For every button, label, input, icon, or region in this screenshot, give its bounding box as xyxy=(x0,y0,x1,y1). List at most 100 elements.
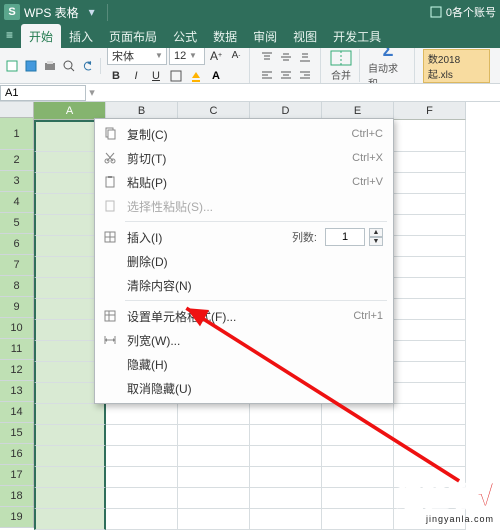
align-middle-button[interactable] xyxy=(277,48,295,66)
row-header[interactable]: 15 xyxy=(0,423,34,444)
cell[interactable] xyxy=(322,488,394,509)
row-header[interactable]: 18 xyxy=(0,486,34,507)
cell[interactable] xyxy=(250,488,322,509)
italic-button[interactable]: I xyxy=(127,67,145,85)
doc-chip[interactable]: 数2018起.xls xyxy=(417,49,496,83)
tab-home[interactable]: 开始 xyxy=(21,24,61,48)
tab-review[interactable]: 审阅 xyxy=(245,24,285,48)
col-header-F[interactable]: F xyxy=(394,102,466,120)
cell[interactable] xyxy=(394,257,466,278)
cell[interactable] xyxy=(394,404,466,425)
cell[interactable] xyxy=(34,446,106,467)
autosum-group[interactable]: Σ 自动求和 xyxy=(362,48,415,84)
align-left-button[interactable] xyxy=(258,66,276,84)
preview-button[interactable] xyxy=(61,58,77,74)
menu-paste-special[interactable]: 选择性粘贴(S)... xyxy=(95,194,393,218)
align-right-button[interactable] xyxy=(296,66,314,84)
cell[interactable] xyxy=(34,467,106,488)
cell[interactable] xyxy=(106,509,178,530)
row-header[interactable]: 12 xyxy=(0,360,34,381)
spinner-down[interactable]: ▼ xyxy=(369,237,383,246)
cell[interactable] xyxy=(394,120,466,152)
increase-font-button[interactable]: A+ xyxy=(207,48,225,65)
decrease-font-button[interactable]: A- xyxy=(227,48,245,65)
cell[interactable] xyxy=(394,299,466,320)
cell[interactable] xyxy=(322,446,394,467)
cell[interactable] xyxy=(394,236,466,257)
cell[interactable] xyxy=(178,488,250,509)
row-header[interactable]: 10 xyxy=(0,318,34,339)
cell[interactable] xyxy=(34,404,106,425)
menu-delete[interactable]: 删除(D) xyxy=(95,249,393,273)
cell[interactable] xyxy=(106,425,178,446)
cell[interactable] xyxy=(106,488,178,509)
merge-group[interactable]: 合并 xyxy=(323,49,360,82)
cell[interactable] xyxy=(394,194,466,215)
name-box[interactable] xyxy=(0,85,86,101)
cell[interactable] xyxy=(394,362,466,383)
tab-dev[interactable]: 开发工具 xyxy=(325,24,389,48)
align-bottom-button[interactable] xyxy=(296,48,314,66)
row-header[interactable]: 13 xyxy=(0,381,34,402)
menu-column-width[interactable]: 列宽(W)... xyxy=(95,328,393,352)
cell[interactable] xyxy=(178,446,250,467)
cell[interactable] xyxy=(322,467,394,488)
row-header[interactable]: 1 xyxy=(0,118,34,150)
row-header[interactable]: 5 xyxy=(0,213,34,234)
menu-hide[interactable]: 隐藏(H) xyxy=(95,352,393,376)
row-header[interactable]: 7 xyxy=(0,255,34,276)
tab-page-layout[interactable]: 页面布局 xyxy=(101,24,165,48)
cell[interactable] xyxy=(178,404,250,425)
row-header[interactable]: 19 xyxy=(0,507,34,528)
new-button[interactable] xyxy=(4,58,20,74)
cell[interactable] xyxy=(394,425,466,446)
tab-data[interactable]: 数据 xyxy=(205,24,245,48)
row-header[interactable]: 3 xyxy=(0,171,34,192)
cell[interactable] xyxy=(394,446,466,467)
cell[interactable] xyxy=(250,425,322,446)
bold-button[interactable]: B xyxy=(107,67,125,85)
cell[interactable] xyxy=(250,404,322,425)
menu-clear[interactable]: 清除内容(N) xyxy=(95,273,393,297)
row-header[interactable]: 6 xyxy=(0,234,34,255)
cell[interactable] xyxy=(250,446,322,467)
cell[interactable] xyxy=(178,467,250,488)
cell[interactable] xyxy=(322,509,394,530)
cell[interactable] xyxy=(106,467,178,488)
cell[interactable] xyxy=(322,425,394,446)
name-box-dropdown[interactable]: ▾ xyxy=(86,86,98,99)
cell[interactable] xyxy=(34,488,106,509)
align-top-button[interactable] xyxy=(258,48,276,66)
account-area[interactable]: 0各个账号 xyxy=(430,4,500,20)
row-header[interactable]: 11 xyxy=(0,339,34,360)
row-header[interactable]: 8 xyxy=(0,276,34,297)
cell[interactable] xyxy=(250,509,322,530)
cell[interactable] xyxy=(250,467,322,488)
insert-cols-input[interactable] xyxy=(325,228,365,246)
row-header[interactable]: 16 xyxy=(0,444,34,465)
cell[interactable] xyxy=(322,404,394,425)
cell[interactable] xyxy=(394,320,466,341)
save-button[interactable] xyxy=(23,58,39,74)
cell[interactable] xyxy=(394,383,466,404)
align-center-button[interactable] xyxy=(277,66,295,84)
underline-button[interactable]: U xyxy=(147,67,165,85)
undo-button[interactable] xyxy=(80,58,96,74)
menu-paste[interactable]: 粘贴(P) Ctrl+V xyxy=(95,170,393,194)
border-button[interactable] xyxy=(167,67,185,85)
cell[interactable] xyxy=(178,425,250,446)
row-header[interactable]: 17 xyxy=(0,465,34,486)
cell[interactable] xyxy=(394,152,466,173)
menu-cut[interactable]: 剪切(T) Ctrl+X xyxy=(95,146,393,170)
cell[interactable] xyxy=(394,278,466,299)
row-header[interactable]: 2 xyxy=(0,150,34,171)
row-header[interactable]: 14 xyxy=(0,402,34,423)
cell[interactable] xyxy=(106,446,178,467)
font-size-combo[interactable]: 12▼ xyxy=(169,48,205,65)
cell[interactable] xyxy=(394,173,466,194)
cell[interactable] xyxy=(394,341,466,362)
menu-unhide[interactable]: 取消隐藏(U) xyxy=(95,376,393,400)
cell[interactable] xyxy=(34,425,106,446)
file-menu-icon[interactable]: ≡ xyxy=(0,24,21,48)
font-name-combo[interactable]: 宋体▼ xyxy=(107,48,167,65)
